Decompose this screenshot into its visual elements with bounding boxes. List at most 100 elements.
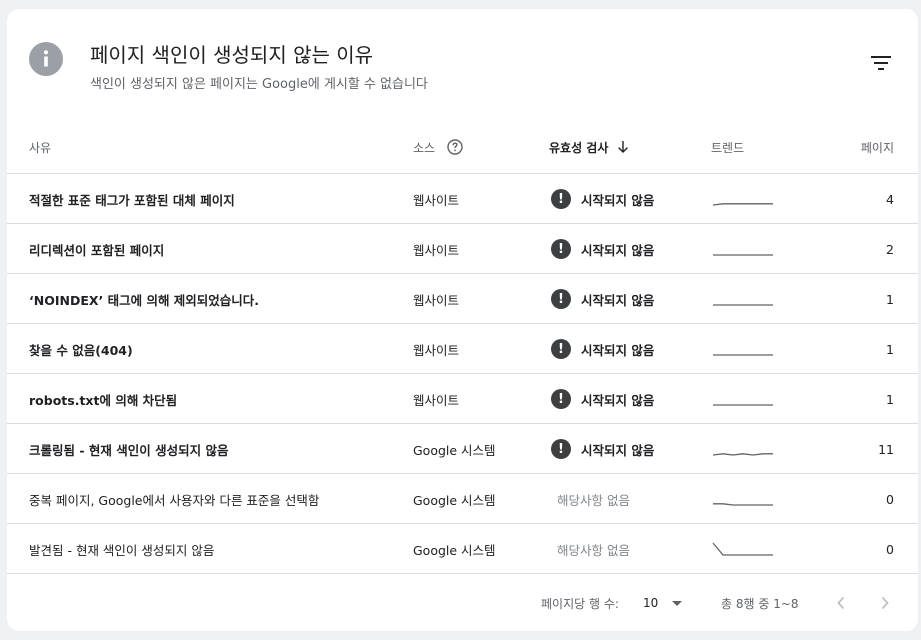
trend-sparkline [713,254,773,256]
row-validation: ! 시작되지 않음 [551,174,654,224]
row-trend [711,374,775,424]
row-reason: ‘NOINDEX’ 태그에 의해 제외되었습니다. [29,292,260,308]
sort-arrow-down-icon [618,141,629,153]
trend-sparkline [713,404,773,406]
row-validation: ! 시작되지 않음 [551,224,654,274]
row-source: 웹사이트 [413,192,460,208]
row-pages: 0 [886,541,894,557]
trend-line [713,503,773,506]
previous-page-button[interactable] [829,583,853,623]
column-header-pages[interactable]: 페이지 [861,120,894,174]
row-pages: 0 [886,491,894,507]
row-reason: 크롤링됨 - 현재 색인이 생성되지 않음 [29,442,229,458]
page-indexing-reasons-card: 페이지 색인이 생성되지 않는 이유 색인이 생성되지 않은 페이지는 Goog… [7,9,918,631]
row-trend [711,274,775,324]
row-validation-text: 시작되지 않음 [581,342,655,358]
trend-sparkline [712,203,773,206]
trend-sparkline [713,304,773,306]
row-validation-text: 해당사항 없음 [557,542,630,558]
row-trend [711,224,775,274]
row-reason: robots.txt에 의해 차단됨 [29,392,178,408]
row-pages: 4 [886,191,894,207]
row-reason: 리디렉션이 포함된 페이지 [29,242,165,258]
table-row[interactable]: 찾을 수 없음(404) 웹사이트! 시작되지 않음 1 [7,324,918,374]
help-icon[interactable] [447,139,463,155]
trend-sparkline [713,503,773,506]
column-header-reason[interactable]: 사유 [29,120,51,174]
not-started-status-icon: ! [551,339,571,359]
pagination-footer: 페이지당 행 수: 10 총 8행 중 1~8 [7,583,918,623]
row-pages: 1 [886,291,894,307]
trend-sparkline [712,453,773,456]
row-validation-text: 시작되지 않음 [581,392,655,408]
row-trend [711,324,775,374]
table-row[interactable]: ‘NOINDEX’ 태그에 의해 제외되었습니다. 웹사이트! 시작되지 않음 1 [7,274,918,324]
chevron-right-icon [881,596,889,610]
table-row[interactable]: 리디렉션이 포함된 페이지 웹사이트 ! 시작되지 않음 2 [7,224,918,274]
column-header-trend[interactable]: 트렌드 [711,120,744,174]
trend-line [712,542,773,556]
column-header-source[interactable]: 소스 [413,120,463,174]
row-pages: 1 [886,341,894,357]
row-pages: 1 [886,391,894,407]
row-pages: 2 [886,241,894,257]
dropdown-arrow-icon [672,600,683,606]
row-validation-text: 시작되지 않음 [581,442,655,458]
table-header: 사유 소스 유효성 검사 트렌드 페이지 [7,120,918,174]
row-validation: ! 시작되지 않음 [551,274,654,324]
trend-sparkline [712,542,773,556]
row-pages: 11 [878,441,894,457]
row-validation: ! 시작되지 않음 [551,374,654,424]
rows-per-page-select[interactable]: 10 [643,583,683,623]
filter-icon [871,56,891,70]
rows-per-page-label: 페이지당 행 수: [541,596,619,611]
table-body: 적절한 표준 태그가 포함된 대체 페이지 웹사이트! 시작되지 않음 4 리디렉션이 … [7,174,918,574]
pagination-range: 총 8행 중 1~8 [721,596,799,611]
row-source: Google 시스템 [413,442,496,458]
row-source: 웹사이트 [413,392,460,408]
chevron-left-icon [837,596,845,610]
row-validation: 해당사항 없음 [551,474,630,524]
table-row[interactable]: 크롤링됨 - 현재 색인이 생성되지 않음 Google 시스템! 시작되지 않음 1… [7,424,918,474]
table-row[interactable]: 발견됨 - 현재 색인이 생성되지 않음 Google 시스템 해당사항 없음 0 [7,524,918,574]
row-reason: 중복 페이지, Google에서 사용자와 다른 표준을 선택함 [29,492,320,508]
not-started-status-icon: ! [551,289,571,309]
column-header-source-label: 소스 [413,140,436,155]
row-validation: ! 시작되지 않음 [551,424,654,474]
not-started-status-icon: ! [551,389,571,409]
not-started-status-icon: ! [551,189,571,209]
table-row[interactable]: 적절한 표준 태그가 포함된 대체 페이지 웹사이트! 시작되지 않음 4 [7,174,918,224]
row-source: 웹사이트 [413,342,460,358]
row-validation: ! 시작되지 않음 [551,324,654,374]
row-source: 웹사이트 [413,242,460,258]
next-page-button[interactable] [873,583,897,623]
not-started-status-icon: ! [551,239,571,259]
row-source: Google 시스템 [413,542,496,558]
trend-line [712,203,773,206]
row-trend [711,524,775,574]
column-header-validation[interactable]: 유효성 검사 [549,120,629,174]
reasons-table: 사유 소스 유효성 검사 트렌드 페이지 적절한 표준 태그가 포함된 대체 페… [7,120,918,574]
info-icon [29,42,63,76]
page-subtitle: 색인이 생성되지 않은 페이지는 Google에 게시할 수 없습니다 [90,77,428,92]
row-validation-text: 해당사항 없음 [557,492,630,508]
page-title: 페이지 색인이 생성되지 않는 이유 [90,43,374,67]
row-trend [711,474,775,524]
row-trend [711,174,775,224]
column-header-validation-label: 유효성 검사 [549,140,609,155]
row-reason: 적절한 표준 태그가 포함된 대체 페이지 [29,192,235,208]
row-validation-text: 시작되지 않음 [581,292,655,308]
trend-sparkline [713,354,773,356]
row-reason: 찾을 수 없음(404) [29,342,133,358]
row-source: 웹사이트 [413,292,460,308]
rows-per-page-value: 10 [643,596,659,610]
row-trend [711,424,775,474]
table-row[interactable]: 중복 페이지, Google에서 사용자와 다른 표준을 선택함 Google 시… [7,474,918,524]
table-row[interactable]: robots.txt에 의해 차단됨 웹사이트! 시작되지 않음 1 [7,374,918,424]
row-reason: 발견됨 - 현재 색인이 생성되지 않음 [29,542,215,558]
row-validation-text: 시작되지 않음 [581,192,655,208]
filter-button[interactable] [867,51,895,75]
row-source: Google 시스템 [413,492,496,508]
not-started-status-icon: ! [551,439,571,459]
trend-line [712,453,773,456]
